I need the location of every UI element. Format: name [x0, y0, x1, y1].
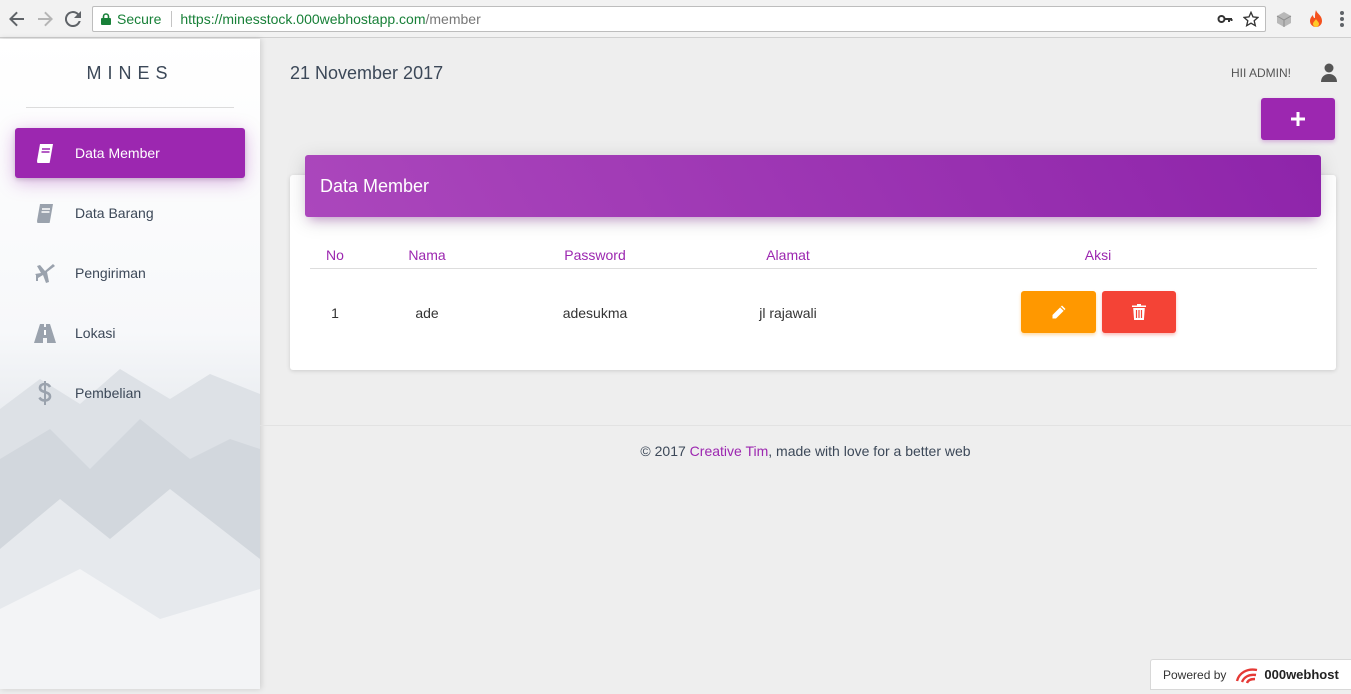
secure-indicator[interactable]: Secure	[93, 11, 161, 27]
column-header-alamat: Alamat	[766, 247, 810, 263]
cell-nama: ade	[415, 305, 439, 321]
reload-icon	[65, 11, 81, 27]
column-header-aksi: Aksi	[1084, 247, 1112, 263]
main-content: 21 November 2017 HII ADMIN! Data Member …	[260, 39, 1351, 689]
sidebar-item-data-member[interactable]: Data Member	[15, 128, 245, 178]
powered-by-brand: 000webhost	[1264, 667, 1339, 682]
table-header-divider	[310, 268, 1317, 269]
lock-icon	[101, 13, 111, 25]
trash-icon	[1132, 304, 1146, 320]
reload-button[interactable]	[62, 8, 84, 30]
book-icon	[33, 141, 57, 165]
menu-dots-icon[interactable]	[1337, 9, 1347, 29]
webhost-logo-icon	[1236, 667, 1258, 683]
road-icon	[33, 321, 57, 345]
brand-logo[interactable]: MINES	[0, 63, 260, 84]
add-member-button[interactable]	[1261, 98, 1335, 140]
dollar-icon	[33, 381, 57, 405]
flame-extension-icon[interactable]	[1306, 9, 1326, 29]
card-title: Data Member	[320, 175, 430, 196]
sidebar-item-lokasi[interactable]: Lokasi	[15, 308, 245, 358]
url-path: /member	[425, 11, 481, 27]
sidebar-item-label: Lokasi	[75, 325, 116, 341]
page-date: 21 November 2017	[290, 63, 444, 83]
creative-tim-link[interactable]: Creative Tim	[690, 443, 769, 459]
sidebar-item-data-barang[interactable]: Data Barang	[15, 188, 245, 238]
url-host: https://minesstock.000webhostapp.com	[180, 11, 426, 27]
cell-no: 1	[331, 305, 339, 321]
brand-divider	[26, 107, 234, 108]
footer-divider	[260, 425, 1351, 426]
column-header-password: Password	[564, 247, 626, 263]
sidebar: MINES Data Member Data Barang Pengiriman…	[0, 39, 260, 689]
column-header-no: No	[326, 247, 344, 263]
plus-icon	[1291, 112, 1305, 126]
cell-password: adesukma	[562, 305, 628, 321]
member-table-card: Data Member No Nama Password Alamat Aksi…	[290, 155, 1336, 370]
omnibox-separator	[171, 11, 173, 27]
extension-icon[interactable]	[1274, 9, 1294, 29]
secure-label: Secure	[117, 11, 162, 27]
arrow-left-icon	[9, 11, 24, 27]
footer-copyright: © 2017	[640, 443, 686, 459]
sidebar-item-pengiriman[interactable]: Pengiriman	[15, 248, 245, 298]
admin-greeting: HII ADMIN!	[1231, 66, 1292, 80]
sidebar-item-label: Data Barang	[75, 205, 154, 221]
user-icon[interactable]	[1321, 63, 1337, 88]
star-icon[interactable]	[1243, 11, 1259, 27]
cell-alamat: jl rajawali	[759, 305, 817, 321]
back-button[interactable]	[6, 8, 28, 30]
delete-button[interactable]	[1102, 291, 1176, 333]
sidebar-item-label: Data Member	[75, 145, 160, 161]
powered-by-label: Powered by	[1163, 667, 1227, 682]
sidebar-item-label: Pengiriman	[75, 265, 146, 281]
book-icon	[33, 201, 57, 225]
sidebar-item-pembelian[interactable]: Pembelian	[15, 368, 245, 418]
footer-tagline: , made with love for a better web	[768, 443, 971, 459]
sidebar-item-label: Pembelian	[75, 385, 142, 401]
column-header-nama: Nama	[408, 247, 446, 263]
pencil-icon	[1052, 305, 1065, 319]
address-bar[interactable]: Secure https://minesstock.000webhostapp.…	[92, 6, 1266, 32]
forward-button[interactable]	[34, 8, 56, 30]
key-icon[interactable]	[1217, 11, 1233, 27]
card-header: Data Member	[305, 155, 1321, 217]
edit-button[interactable]	[1021, 291, 1096, 333]
browser-toolbar: Secure https://minesstock.000webhostapp.…	[0, 0, 1351, 38]
footer: © 2017 Creative Tim, made with love for …	[260, 443, 1351, 459]
powered-by-badge[interactable]: Powered by 000webhost	[1150, 659, 1351, 690]
airplane-icon	[33, 261, 57, 285]
arrow-right-icon	[38, 11, 53, 27]
